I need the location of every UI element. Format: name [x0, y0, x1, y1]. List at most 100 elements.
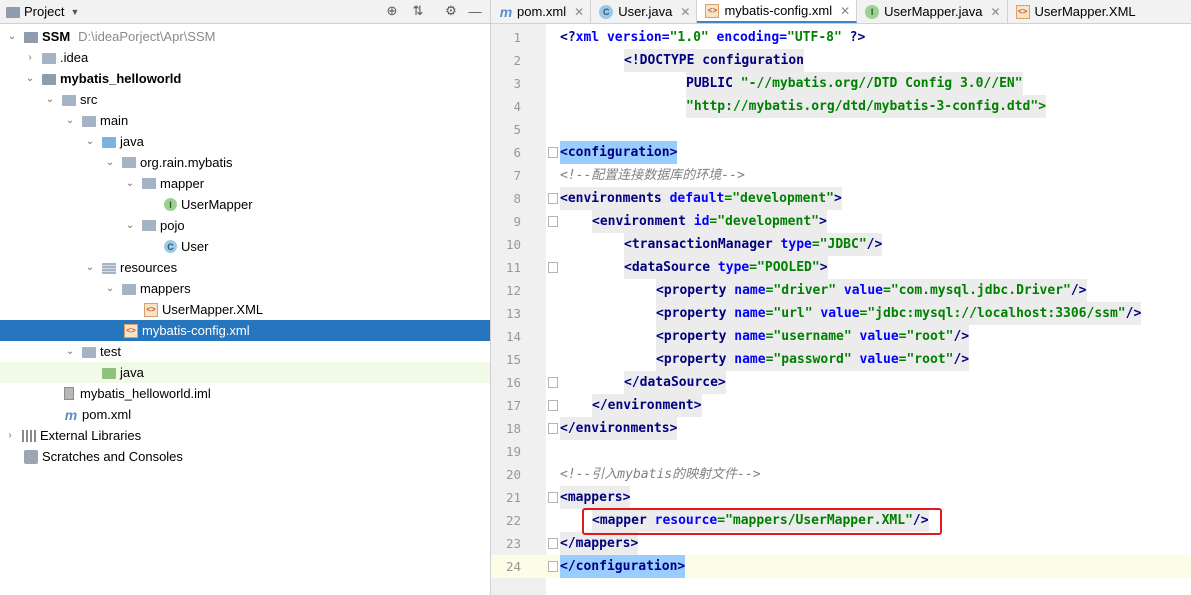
- tree-item-pom[interactable]: m pom.xml: [0, 404, 490, 425]
- tree-item-test[interactable]: ⌄ test: [0, 341, 490, 362]
- chevron-down-icon: ⌄: [65, 115, 75, 126]
- tree-item-test-java[interactable]: java: [0, 362, 490, 383]
- iml-file-icon: [64, 387, 74, 400]
- fold-marker[interactable]: [548, 377, 558, 388]
- token: "1.0": [669, 30, 709, 45]
- token: name: [734, 352, 766, 367]
- tab-usermapper-java[interactable]: I UserMapper.java ✕: [857, 0, 1008, 23]
- tree-item-label: main: [100, 113, 129, 128]
- tree-item-user[interactable]: C User: [0, 236, 490, 257]
- tree-item-usermapper-xml[interactable]: <> UserMapper.XML: [0, 299, 490, 320]
- gear-icon[interactable]: ⚙: [442, 2, 460, 20]
- tab-label: pom.xml: [517, 4, 567, 19]
- token: ="JDBC": [811, 237, 867, 252]
- code-line-12: <property name="driver" value="com.mysql…: [656, 279, 1087, 302]
- code-line-11: <dataSource type="POOLED">: [624, 256, 828, 279]
- chevron-down-icon: ⌄: [125, 220, 135, 231]
- comment: <!--引入mybatis的映射文件-->: [560, 467, 761, 482]
- token: </mappers>: [560, 536, 639, 551]
- token: value: [851, 352, 899, 367]
- tree-item-idea[interactable]: › .idea: [0, 47, 490, 68]
- folder-icon: [122, 283, 136, 295]
- tab-pom-xml[interactable]: m pom.xml ✕: [491, 0, 592, 23]
- tab-label: mybatis-config.xml: [724, 3, 833, 18]
- token: ="jdbc:mysql://localhost:3306/ssm": [859, 306, 1126, 321]
- line-number: 19: [505, 444, 521, 459]
- code-line-21: <mappers>: [560, 486, 631, 509]
- fold-marker[interactable]: [548, 216, 558, 227]
- chevron-down-icon: ⌄: [85, 136, 95, 147]
- tree-item-java[interactable]: ⌄ java: [0, 131, 490, 152]
- tree-item-module[interactable]: ⌄ mybatis_helloworld: [0, 68, 490, 89]
- tab-label: User.java: [618, 4, 673, 19]
- chevron-down-icon: ⌄: [125, 178, 135, 189]
- tree-item-pojo[interactable]: ⌄ pojo: [0, 215, 490, 236]
- token: ?>: [841, 30, 866, 45]
- code-line-6: <configuration>: [560, 141, 678, 164]
- tab-usermapper-xml[interactable]: <> UserMapper.XML: [1008, 0, 1142, 23]
- token: ="POOLED": [749, 260, 820, 275]
- tree-item-label: UserMapper.XML: [162, 302, 264, 317]
- tree-item-resources[interactable]: ⌄ resources: [0, 257, 490, 278]
- project-view-selector[interactable]: Project ▼: [6, 4, 79, 19]
- fold-marker[interactable]: [548, 561, 558, 572]
- tree-item-scratches[interactable]: Scratches and Consoles: [0, 446, 490, 467]
- token: <environment: [592, 214, 694, 229]
- token: "http://mybatis.org/dtd/mybatis-3-config…: [686, 99, 1047, 114]
- tree-item-mappers[interactable]: ⌄ mappers: [0, 278, 490, 299]
- token: <property: [656, 329, 735, 344]
- close-icon[interactable]: ✕: [680, 5, 690, 19]
- line-number: 4: [513, 99, 521, 114]
- token: type: [780, 237, 812, 252]
- chevron-down-icon: ⌄: [85, 262, 95, 273]
- line-number: 22: [505, 513, 521, 528]
- tree-item-label: java: [120, 365, 144, 380]
- locate-icon[interactable]: ⊕: [383, 2, 401, 20]
- fold-marker[interactable]: [548, 423, 558, 434]
- tree-item-package[interactable]: ⌄ org.rain.mybatis: [0, 152, 490, 173]
- source-folder-icon: [102, 136, 116, 148]
- close-icon[interactable]: ✕: [990, 5, 1000, 19]
- fold-marker[interactable]: [548, 262, 558, 273]
- tree-item-usermapper[interactable]: I UserMapper: [0, 194, 490, 215]
- project-icon: [6, 6, 20, 18]
- scratches-icon: [24, 449, 38, 464]
- collapse-all-icon[interactable]: ⇅: [409, 2, 427, 20]
- fold-marker[interactable]: [548, 400, 558, 411]
- comment: <!--配置连接数据库的环境-->: [560, 168, 745, 183]
- token: "UTF-8": [787, 30, 842, 45]
- token: ="password": [765, 352, 852, 367]
- code-line-18: </environments>: [560, 417, 678, 440]
- code-line-2: <!DOCTYPE configuration: [624, 49, 805, 72]
- tree-item-label: mapper: [160, 176, 205, 191]
- token: <property: [656, 352, 735, 367]
- tab-mybatis-config[interactable]: <> mybatis-config.xml ✕: [697, 0, 858, 23]
- tree-item-src[interactable]: ⌄ src: [0, 89, 490, 110]
- fold-marker[interactable]: [548, 492, 558, 503]
- tab-user-java[interactable]: C User.java ✕: [591, 0, 698, 23]
- line-number: 16: [505, 375, 521, 390]
- code-line-23: </mappers>: [560, 532, 639, 555]
- fold-marker[interactable]: [548, 193, 558, 204]
- line-number: 23: [505, 536, 521, 551]
- token: <configuration>: [560, 145, 678, 160]
- line-number: 8: [513, 191, 521, 206]
- tree-item-mybatis-config[interactable]: <> mybatis-config.xml: [0, 320, 490, 341]
- tree-item-mapper[interactable]: ⌄ mapper: [0, 173, 490, 194]
- tree-item-ssm[interactable]: ⌄ SSM D:\ideaPorject\Apr\SSM: [0, 26, 490, 47]
- close-icon[interactable]: ✕: [840, 4, 850, 18]
- hide-panel-icon[interactable]: —: [466, 2, 484, 20]
- editor-tabs: m pom.xml ✕ C User.java ✕ <> mybatis-con…: [491, 0, 1191, 24]
- token: >: [819, 260, 828, 275]
- tree-item-main[interactable]: ⌄ main: [0, 110, 490, 131]
- fold-marker[interactable]: [548, 147, 558, 158]
- library-icon: [22, 429, 36, 442]
- line-number: 24: [505, 559, 521, 574]
- tree-item-iml[interactable]: mybatis_helloworld.iml: [0, 383, 490, 404]
- tree-item-external-libraries[interactable]: › External Libraries: [0, 425, 490, 446]
- fold-marker[interactable]: [548, 538, 558, 549]
- token: value: [836, 283, 884, 298]
- test-folder-icon: [102, 367, 116, 379]
- line-number: 14: [505, 329, 521, 344]
- close-icon[interactable]: ✕: [574, 5, 584, 19]
